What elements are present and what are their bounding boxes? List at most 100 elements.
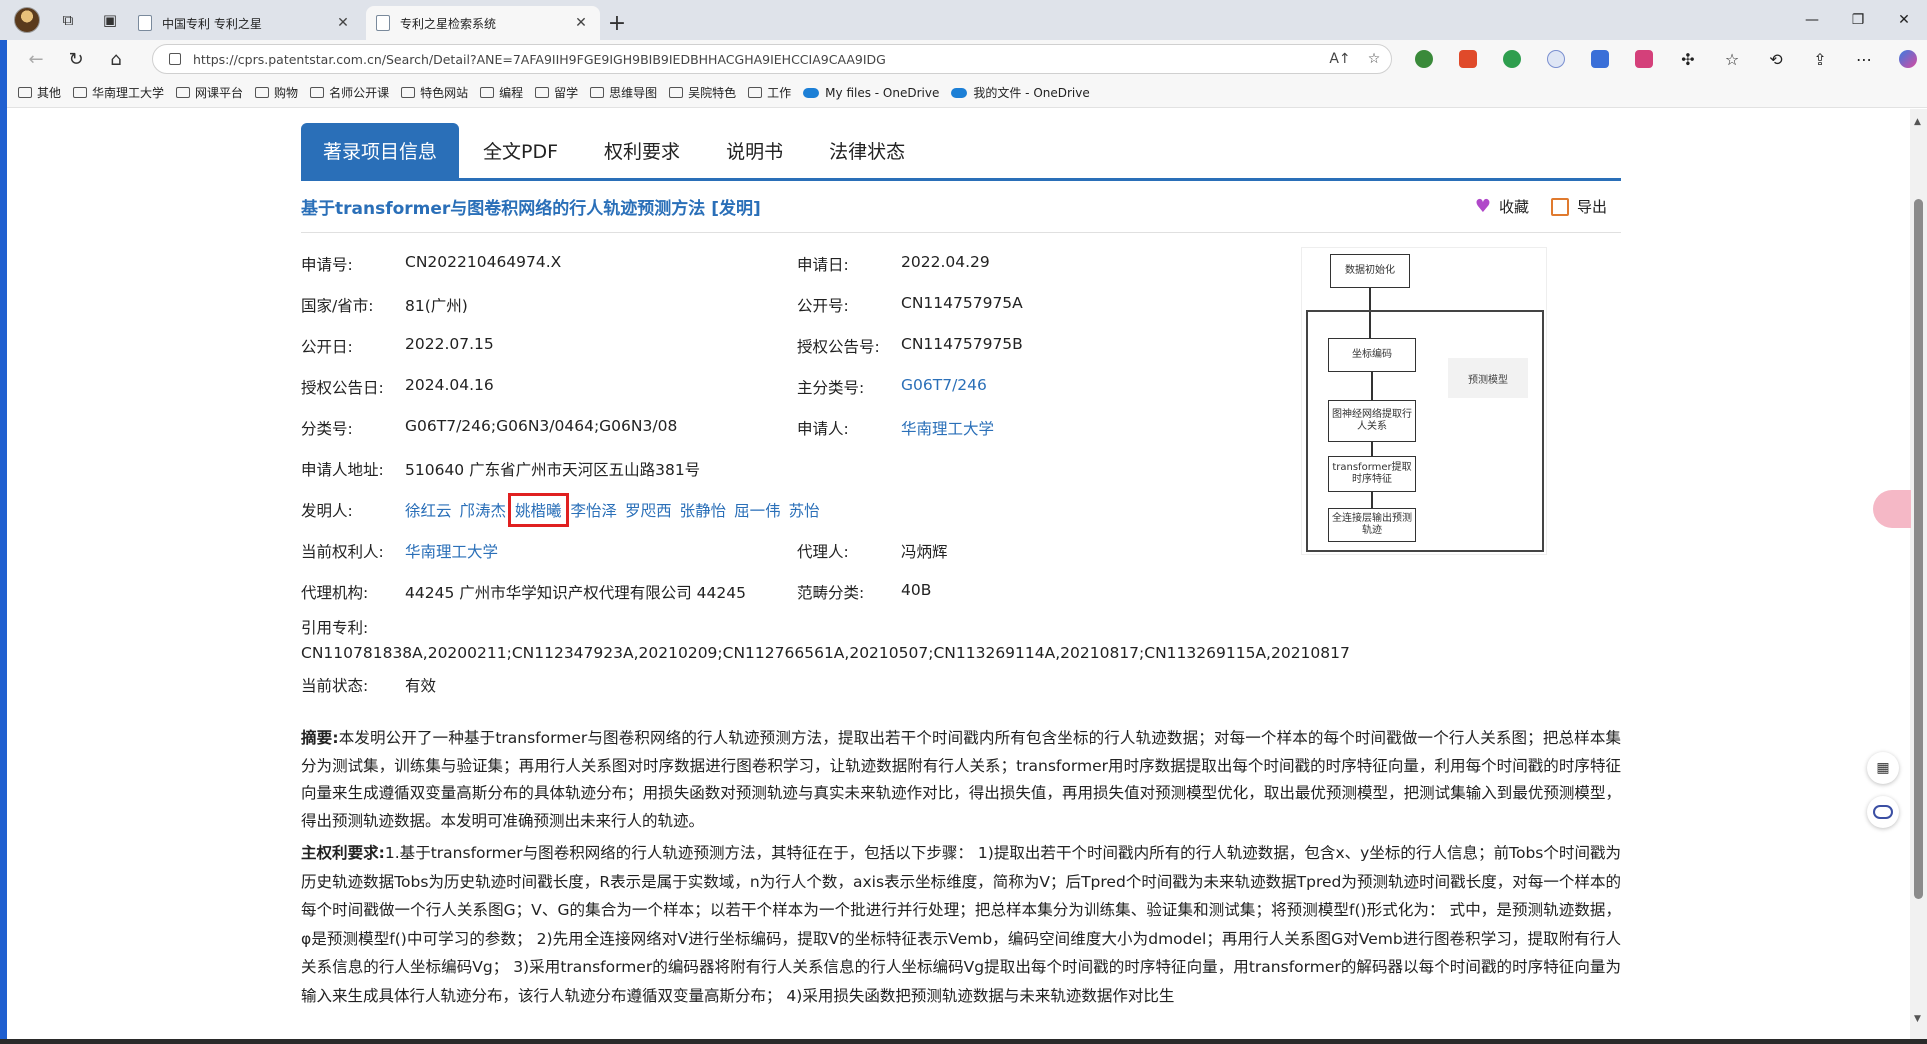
folder-icon [401,87,416,98]
inventor-link-highlighted[interactable]: 姚楷曦 [508,492,569,527]
inventor-link[interactable]: 罗咫西 [625,499,672,521]
bookmark-onedrive[interactable]: My files - OneDrive [803,86,939,100]
owner-link[interactable]: 华南理工大学 [405,540,498,562]
home-button[interactable]: ⌂ [96,40,136,78]
refresh-button[interactable]: ↻ [56,40,96,78]
bookmark-folder[interactable]: 网课平台 [176,84,243,101]
tab-full-pdf[interactable]: 全文PDF [461,123,580,178]
field-label: 申请人: [797,419,849,438]
folder-icon [535,87,550,98]
bookmark-folder[interactable]: 编程 [480,84,523,101]
category: 40B [901,580,932,599]
bookmark-folder[interactable]: 华南理工大学 [73,84,164,101]
field-label: 授权公告日: [301,378,384,397]
inventor-link[interactable]: 李怡泽 [571,499,618,521]
agency: 44245 广州市华学知识产权代理有限公司 44245 [405,583,746,602]
bookmark-folder[interactable]: 特色网站 [401,84,468,101]
tab-actions-icon[interactable]: ▣ [96,6,124,34]
address-bar[interactable]: https://cprs.patentstar.com.cn/Search/De… [152,44,1392,74]
claims-label: 主权利要求: [301,844,385,862]
close-window-button[interactable]: ✕ [1881,0,1927,40]
tab-bibliographic[interactable]: 著录项目信息 [301,123,460,178]
restore-button[interactable]: ❐ [1835,0,1881,40]
fig-step-box: 全连接层输出预测轨迹 [1328,508,1416,542]
inventor-link[interactable]: 邝涛杰 [460,499,507,521]
browser-tab-2[interactable]: 专利之星检索系统 ✕ [366,6,600,40]
patent-title: 基于transformer与图卷积网络的行人轨迹预测方法 [发明] [301,199,761,219]
export-button[interactable]: 导出 [1550,196,1607,217]
copilot-icon[interactable] [1886,40,1927,78]
tab-legal-status[interactable]: 法律状态 [807,123,927,178]
inventor-link[interactable]: 屈一伟 [734,499,781,521]
extensions-puzzle-icon[interactable]: ✣ [1666,40,1710,78]
extension-3-icon[interactable] [1490,40,1534,78]
bookmark-folder[interactable]: 名师公开课 [310,84,389,101]
tab-description[interactable]: 说明书 [704,123,805,178]
favorite-star-icon[interactable]: ☆ [1357,51,1391,67]
field-label: 申请日: [797,255,849,274]
onedrive-cloud-icon [951,87,968,98]
scroll-down-icon[interactable]: ▼ [1914,1014,1921,1024]
field-label: 引用专利: [301,619,369,637]
favorites-icon[interactable]: ☆ [1710,40,1754,78]
fig-arrow [1371,442,1373,456]
application-number: CN202210464974.X [405,252,562,271]
fig-step-box: 坐标编码 [1328,338,1416,372]
back-button[interactable]: ← [16,40,56,78]
tab-close-icon[interactable]: ✕ [334,15,352,31]
browser-toolbar: ← ↻ ⌂ https://cprs.patentstar.com.cn/Sea… [0,40,1927,78]
grant-number: CN114757975B [901,334,1023,353]
lock-icon[interactable] [169,53,181,65]
workspaces-icon[interactable]: ⧉ [54,6,82,34]
scrollbar-thumb[interactable] [1914,199,1923,899]
floating-helper-tab[interactable] [1873,490,1911,528]
inventor-link[interactable]: 张静怡 [680,499,727,521]
extension-4-icon[interactable] [1534,40,1578,78]
bookmark-folder[interactable]: 其他 [18,84,61,101]
folder-icon [255,87,270,98]
profile-avatar[interactable] [14,7,40,33]
folder-icon [176,87,191,98]
patent-drawing[interactable]: 数据初始化 坐标编码 图神经网络提取行人关系 transformer提取时序特征… [1301,247,1547,555]
tab-title: 中国专利 专利之星 [162,16,262,31]
fig-model-frame: 坐标编码 图神经网络提取行人关系 transformer提取时序特征 全连接层输… [1306,310,1544,552]
chat-assistant-icon[interactable] [1867,796,1899,828]
translate-icon[interactable] [1578,40,1622,78]
url-text[interactable]: https://cprs.patentstar.com.cn/Search/De… [193,52,1323,67]
bookmarks-bar: 其他 华南理工大学 网课平台 购物 名师公开课 特色网站 编程 留学 思维导图 … [0,78,1927,108]
history-icon[interactable]: ⟲ [1754,40,1798,78]
qr-code-icon[interactable]: ▦ [1867,752,1899,784]
inventor-link[interactable]: 苏怡 [789,499,820,521]
field-label: 代理人: [797,542,849,561]
tab-claims[interactable]: 权利要求 [582,123,702,178]
applicant-link[interactable]: 华南理工大学 [901,417,994,439]
bookmark-onedrive[interactable]: 我的文件 - OneDrive [951,84,1090,101]
fig-side-label: 预测模型 [1448,358,1528,398]
field-label: 当前状态: [301,676,369,695]
minimize-button[interactable]: — [1789,0,1835,40]
extension-2-icon[interactable] [1446,40,1490,78]
main-class-link[interactable]: G06T7/246 [901,376,987,398]
extension-6-icon[interactable] [1622,40,1666,78]
bookmark-folder[interactable]: 吴院特色 [669,84,736,101]
fig-arrow [1371,492,1373,508]
favorite-button[interactable]: ♥ 收藏 [1475,196,1529,217]
page-scrollbar[interactable]: ▲ ▼ [1910,109,1927,1039]
bookmark-folder[interactable]: 工作 [748,84,791,101]
browser-tab-bar: ⧉ ▣ 中国专利 专利之星 ✕ 专利之星检索系统 ✕ + — ❐ ✕ [0,0,1927,40]
bookmark-folder[interactable]: 留学 [535,84,578,101]
more-menu-icon[interactable]: ⋯ [1842,40,1886,78]
new-tab-button[interactable]: + [600,6,634,40]
field-label: 国家/省市: [301,296,374,315]
tab-close-icon[interactable]: ✕ [572,15,590,31]
share-icon[interactable]: ⇪ [1798,40,1842,78]
bookmark-folder[interactable]: 思维导图 [590,84,657,101]
scroll-up-icon[interactable]: ▲ [1914,117,1921,127]
bookmark-folder[interactable]: 购物 [255,84,298,101]
title-row: 基于transformer与图卷积网络的行人轨迹预测方法 [发明] ♥ 收藏 导… [301,181,1621,233]
inventor-link[interactable]: 徐红云 [405,499,452,521]
classification: G06T7/246;G06N3/0464;G06N3/08 [405,416,678,435]
browser-tab-1[interactable]: 中国专利 专利之星 ✕ [128,6,362,40]
read-aloud-icon[interactable]: A↑ [1323,51,1357,67]
extension-1-icon[interactable] [1402,40,1446,78]
